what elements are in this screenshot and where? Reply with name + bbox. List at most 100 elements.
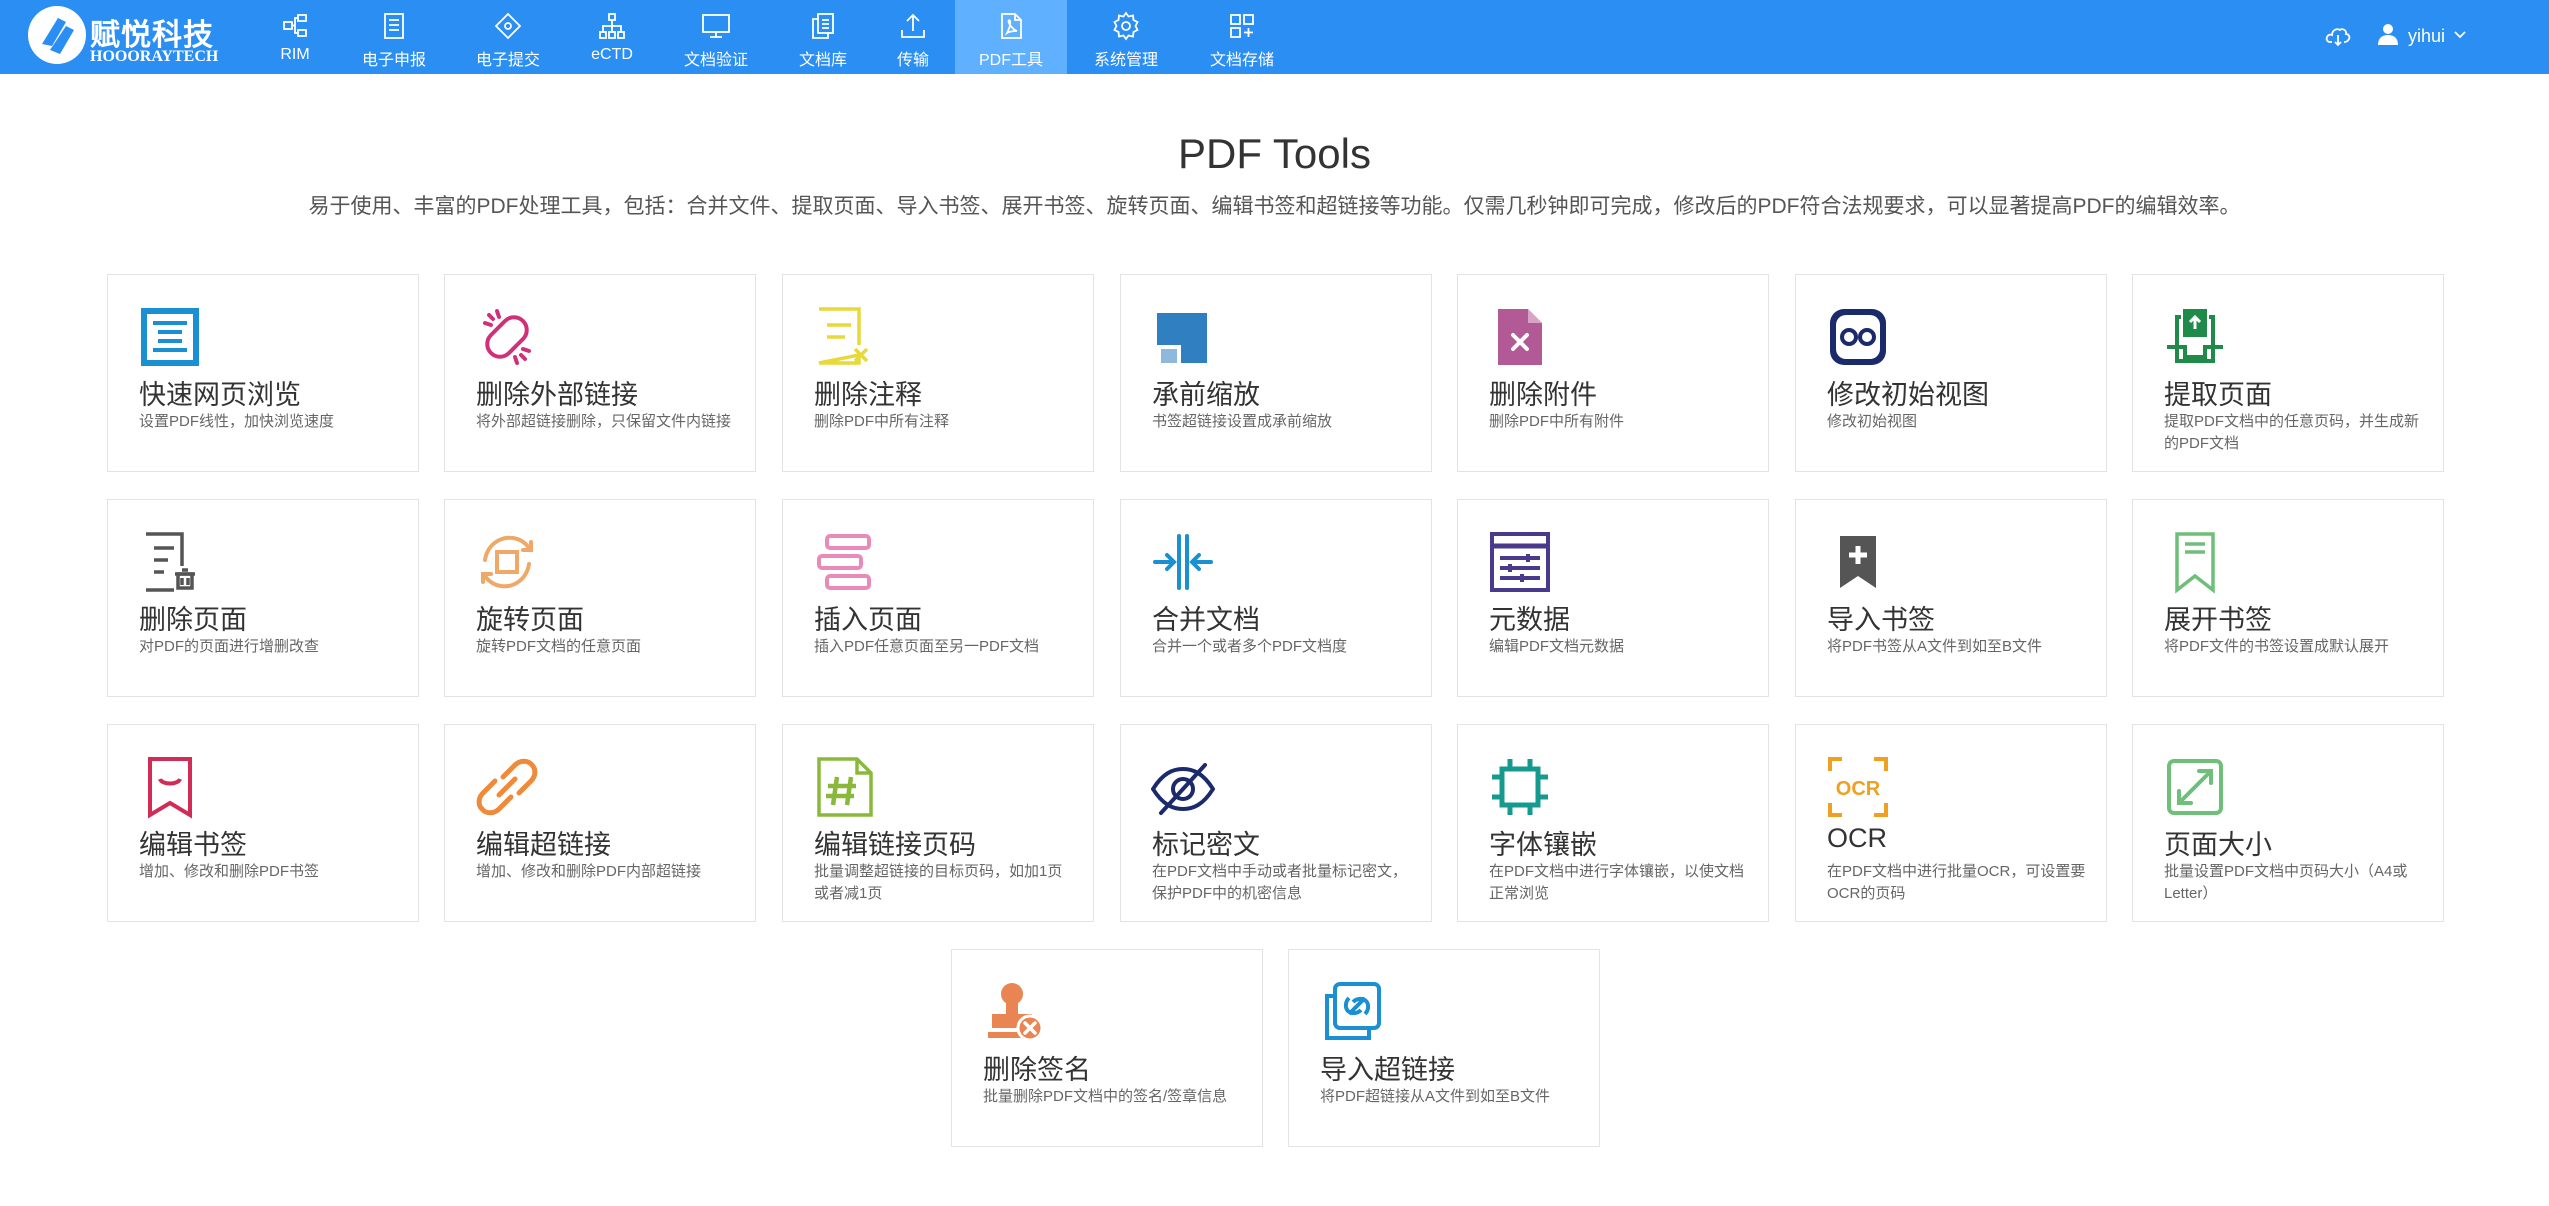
tool-card-delete-signatures[interactable]: 删除签名 批量删除PDF文档中的签名/签章信息 (951, 949, 1263, 1147)
tool-description: 旋转PDF文档的任意页面 (476, 638, 642, 655)
metadata-icon (1488, 530, 1552, 594)
diamond-icon (492, 10, 524, 42)
logo-english-name: HOOORAYTECH (90, 48, 219, 65)
delete-attachment-icon (1488, 305, 1552, 369)
merge-icon (1151, 530, 1215, 594)
tool-card-extract-pages[interactable]: 提取页面 提取PDF文档中的任意页码，并生成新的PDF文档 (2132, 274, 2444, 472)
tool-card-inherit-zoom[interactable]: 承前缩放 书签超链接设置成承前缩放 (1120, 274, 1432, 472)
svg-text:OCR: OCR (1836, 778, 1881, 800)
tool-description: 在PDF文档中进行批量OCR，可设置要OCR的页码 (1827, 863, 2086, 902)
tool-card-delete-annotations[interactable]: 删除注释 删除PDF中所有注释 (782, 274, 1094, 472)
tool-card-fast-web-view[interactable]: 快速网页浏览 设置PDF线性，加快浏览速度 (107, 274, 419, 472)
tool-description: 修改初始视图 (1827, 413, 1918, 430)
tool-title: 标记密文 (1152, 830, 1260, 860)
nav-label: 传输 (896, 52, 929, 69)
cloud-download-icon[interactable] (2324, 22, 2352, 50)
nav-item-ectd[interactable]: eCTD (580, 0, 644, 74)
tool-card-merge-documents[interactable]: 合并文档 合并一个或者多个PDF文档度 (1120, 499, 1432, 697)
tool-card-insert-pages[interactable]: 插入页面 插入PDF任意页面至另一PDF文档 (782, 499, 1094, 697)
tool-description: 合并一个或者多个PDF文档度 (1152, 638, 1348, 655)
tool-card-delete-pages[interactable]: 删除页面 对PDF的页面进行增删改查 (107, 499, 419, 697)
delete-note-icon (813, 305, 877, 369)
document-list-icon (378, 10, 410, 42)
tool-title: 提取页面 (2164, 380, 2272, 410)
logo-mark-icon (28, 6, 86, 64)
tool-description: 在PDF文档中手动或者批量标记密文，保护PDF中的机密信息 (1152, 863, 1408, 902)
tool-title: 合并文档 (1152, 605, 1260, 635)
tool-card-ocr[interactable]: OCR OCR 在PDF文档中进行批量OCR，可设置要OCR的页码 (1795, 724, 2107, 922)
nav-label: 文档库 (798, 52, 847, 69)
nav-item-pdf-tools[interactable]: PDF工具 (955, 0, 1067, 74)
nav-label: 电子申报 (361, 52, 426, 69)
tool-card-edit-link-page-numbers[interactable]: 编辑链接页码 批量调整超链接的目标页码，如加1页或者减1页 (782, 724, 1094, 922)
company-logo[interactable]: 赋悦科技 HOOORAYTECH (28, 6, 228, 68)
tool-card-font-embedding[interactable]: 字体镶嵌 在PDF文档中进行字体镶嵌，以使文档正常浏览 (1457, 724, 1769, 922)
delete-page-icon (138, 530, 202, 594)
nav-label: RIM (280, 46, 310, 63)
delete-signature-icon (982, 980, 1046, 1044)
sitemap-icon (596, 10, 628, 42)
nav-item-rim[interactable]: RIM (262, 0, 328, 74)
nav-item-doc-library[interactable]: 文档库 (790, 0, 856, 74)
tool-card-rotate-pages[interactable]: 旋转页面 旋转PDF文档的任意页面 (444, 499, 756, 697)
nav-item-e-submit[interactable]: 电子提交 (466, 0, 550, 74)
tool-card-redaction[interactable]: 标记密文 在PDF文档中手动或者批量标记密文，保护PDF中的机密信息 (1120, 724, 1432, 922)
tool-card-edit-hyperlinks[interactable]: 编辑超链接 增加、修改和删除PDF内部超链接 (444, 724, 756, 922)
tool-title: 编辑链接页码 (814, 830, 976, 860)
tool-title: 编辑超链接 (476, 830, 611, 860)
tool-description: 删除PDF中所有注释 (814, 413, 950, 430)
gear-icon (1110, 10, 1142, 42)
tool-title: 展开书签 (2164, 605, 2272, 635)
tool-description: 设置PDF线性，加快浏览速度 (139, 413, 335, 430)
tool-card-initial-view[interactable]: 修改初始视图 修改初始视图 (1795, 274, 2107, 472)
upload-icon (897, 10, 929, 42)
tool-description: 书签超链接设置成承前缩放 (1152, 413, 1333, 430)
inherit-zoom-icon (1151, 305, 1215, 369)
tool-description: 批量设置PDF文档中页码大小（A4或Letter） (2164, 863, 2408, 902)
tool-description: 对PDF的页面进行增删改查 (139, 638, 320, 655)
tool-card-delete-attachments[interactable]: 删除附件 删除PDF中所有附件 (1457, 274, 1769, 472)
nav-label: 电子提交 (475, 52, 540, 69)
tool-title: 修改初始视图 (1827, 380, 1989, 410)
edit-link-page-icon (813, 755, 877, 819)
nav-item-doc-storage[interactable]: 文档存储 (1200, 0, 1284, 74)
nav-item-transfer[interactable]: 传输 (880, 0, 946, 74)
tool-card-edit-bookmarks[interactable]: 编辑书签 增加、修改和删除PDF书签 (107, 724, 419, 922)
tool-description: 插入PDF任意页面至另一PDF文档 (814, 638, 1040, 655)
nav-label: PDF工具 (978, 52, 1043, 69)
tool-title: 删除注释 (814, 380, 922, 410)
tool-description: 将PDF文件的书签设置成默认展开 (2164, 638, 2390, 655)
insert-page-icon (813, 530, 877, 594)
tool-card-import-hyperlinks[interactable]: 导入超链接 将PDF超链接从A文件到如至B文件 (1288, 949, 1600, 1147)
tool-description: 将PDF书签从A文件到如至B文件 (1827, 638, 2043, 655)
expand-bookmark-icon (2163, 530, 2227, 594)
tool-card-import-bookmarks[interactable]: 导入书签 将PDF书签从A文件到如至B文件 (1795, 499, 2107, 697)
ocr-icon: OCR (1826, 755, 1890, 819)
edit-bookmark-icon (138, 755, 202, 819)
tool-title: 删除页面 (139, 605, 247, 635)
tool-title: 插入页面 (814, 605, 922, 635)
tool-title: OCR (1827, 823, 1887, 853)
font-embed-icon (1488, 755, 1552, 819)
tool-description: 在PDF文档中进行字体镶嵌，以使文档正常浏览 (1489, 863, 1745, 902)
nav-label: eCTD (591, 46, 633, 63)
nav-label: 文档验证 (683, 52, 748, 69)
tool-title: 导入书签 (1827, 605, 1935, 635)
nav-label: 文档存储 (1209, 52, 1274, 69)
monitor-icon (700, 10, 732, 42)
user-menu[interactable]: yihui (2376, 18, 2467, 54)
nav-item-system-admin[interactable]: 系统管理 (1084, 0, 1168, 74)
chevron-down-icon (2453, 27, 2467, 45)
nav-item-e-submission[interactable]: 电子申报 (352, 0, 436, 74)
tool-description: 将PDF超链接从A文件到如至B文件 (1320, 1088, 1551, 1105)
tool-title: 旋转页面 (476, 605, 584, 635)
tool-card-expand-bookmarks[interactable]: 展开书签 将PDF文件的书签设置成默认展开 (2132, 499, 2444, 697)
tool-card-metadata[interactable]: 元数据 编辑PDF文档元数据 (1457, 499, 1769, 697)
extract-page-icon (2163, 305, 2227, 369)
nav-item-doc-validation[interactable]: 文档验证 (674, 0, 758, 74)
tool-card-remove-external-links[interactable]: 删除外部链接 将外部超链接删除，只保留文件内链接 (444, 274, 756, 472)
top-navigation-bar: 赋悦科技 HOOORAYTECH RIM 电子申报 电子提交 eCTD 文档验证… (0, 0, 2549, 74)
tool-title: 元数据 (1489, 605, 1570, 635)
tool-card-page-size[interactable]: 页面大小 批量设置PDF文档中页码大小（A4或Letter） (2132, 724, 2444, 922)
tool-title: 删除外部链接 (476, 380, 638, 410)
